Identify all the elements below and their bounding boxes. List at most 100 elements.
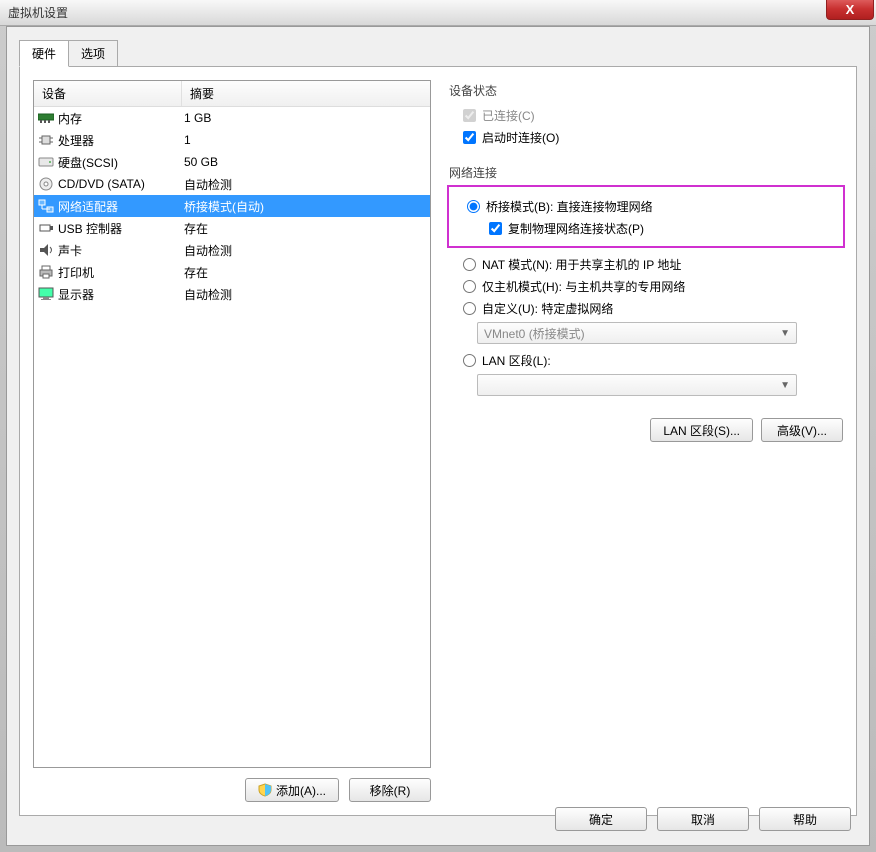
lanseg-combo[interactable]: ▼ xyxy=(477,374,797,396)
chevron-down-icon: ▼ xyxy=(780,380,790,391)
hdd-icon xyxy=(37,154,55,170)
disc-icon xyxy=(37,176,55,192)
network-connection-group: 网络连接 桥接模式(B): 直接连接物理网络 复制物理网络连接状态(P) xyxy=(449,164,843,442)
tab-content: 设备 摘要 内存 1 GB xyxy=(19,66,857,816)
right-column: 设备状态 已连接(C) 启动时连接(O) 网络连接 xyxy=(449,80,843,802)
remove-button[interactable]: 移除(R) xyxy=(349,778,431,802)
replicate-row[interactable]: 复制物理网络连接状态(P) xyxy=(489,220,839,237)
lanseg-label: LAN 区段(L): xyxy=(482,352,551,369)
connected-label: 已连接(C) xyxy=(482,107,535,124)
row-label: 打印机 xyxy=(58,264,182,281)
row-summary: 自动检测 xyxy=(182,286,430,303)
connect-at-power-label: 启动时连接(O) xyxy=(482,129,559,146)
cancel-button[interactable]: 取消 xyxy=(657,807,749,831)
row-harddisk[interactable]: 硬盘(SCSI) 50 GB xyxy=(34,151,430,173)
row-label: 硬盘(SCSI) xyxy=(58,154,182,171)
connect-at-power-checkbox[interactable] xyxy=(463,131,476,144)
tab-options[interactable]: 选项 xyxy=(68,40,118,67)
bridged-label: 桥接模式(B): 直接连接物理网络 xyxy=(486,198,653,215)
add-button[interactable]: 添加(A)... xyxy=(245,778,339,802)
row-cddvd[interactable]: CD/DVD (SATA) 自动检测 xyxy=(34,173,430,195)
bridged-radio[interactable] xyxy=(467,200,480,213)
nat-radio[interactable] xyxy=(463,258,476,271)
row-sound[interactable]: 声卡 自动检测 xyxy=(34,239,430,261)
titlebar[interactable]: 虚拟机设置 X xyxy=(0,0,876,26)
highlight-box: 桥接模式(B): 直接连接物理网络 复制物理网络连接状态(P) xyxy=(447,185,845,248)
row-summary: 50 GB xyxy=(182,155,430,169)
footer-buttons: 确定 取消 帮助 xyxy=(555,807,851,831)
help-label: 帮助 xyxy=(793,811,817,828)
connect-at-power-row[interactable]: 启动时连接(O) xyxy=(463,129,843,146)
advanced-button[interactable]: 高级(V)... xyxy=(761,418,843,442)
cancel-label: 取消 xyxy=(691,811,715,828)
left-buttons: 添加(A)... 移除(R) xyxy=(33,778,431,802)
row-summary: 自动检测 xyxy=(182,242,430,259)
row-label: CD/DVD (SATA) xyxy=(58,177,182,191)
usb-icon xyxy=(37,220,55,236)
row-memory[interactable]: 内存 1 GB xyxy=(34,107,430,129)
lan-segments-label: LAN 区段(S)... xyxy=(663,422,740,439)
client-area: 硬件 选项 设备 摘要 内存 xyxy=(6,26,870,846)
shield-icon xyxy=(258,783,272,797)
close-button[interactable]: X xyxy=(826,0,874,20)
memory-icon xyxy=(37,110,55,126)
lan-segments-button[interactable]: LAN 区段(S)... xyxy=(650,418,753,442)
add-button-label: 添加(A)... xyxy=(276,782,326,799)
custom-network-combo[interactable]: VMnet0 (桥接模式) ▼ xyxy=(477,322,797,344)
vm-settings-window: 虚拟机设置 X 硬件 选项 设备 摘要 xyxy=(0,0,876,852)
network-legend: 网络连接 xyxy=(449,164,843,181)
row-printer[interactable]: 打印机 存在 xyxy=(34,261,430,283)
custom-combo-text: VMnet0 (桥接模式) xyxy=(484,325,585,342)
ok-label: 确定 xyxy=(589,811,613,828)
hostonly-radio[interactable] xyxy=(463,280,476,293)
row-summary: 存在 xyxy=(182,220,430,237)
device-status-group: 设备状态 已连接(C) 启动时连接(O) xyxy=(449,82,843,146)
lanseg-radio-row[interactable]: LAN 区段(L): xyxy=(463,352,843,369)
row-summary: 1 xyxy=(182,133,430,147)
replicate-label: 复制物理网络连接状态(P) xyxy=(508,220,644,237)
help-button[interactable]: 帮助 xyxy=(759,807,851,831)
custom-radio[interactable] xyxy=(463,302,476,315)
printer-icon xyxy=(37,264,55,280)
chevron-down-icon: ▼ xyxy=(780,328,790,339)
row-label: 处理器 xyxy=(58,132,182,149)
close-icon: X xyxy=(846,2,855,17)
row-processor[interactable]: 处理器 1 xyxy=(34,129,430,151)
tabs-bar: 硬件 选项 xyxy=(19,40,857,67)
hostonly-label: 仅主机模式(H): 与主机共享的专用网络 xyxy=(482,278,685,295)
row-usb[interactable]: USB 控制器 存在 xyxy=(34,217,430,239)
connected-checkbox-row[interactable]: 已连接(C) xyxy=(463,107,843,124)
nat-label: NAT 模式(N): 用于共享主机的 IP 地址 xyxy=(482,256,681,273)
row-summary: 桥接模式(自动) xyxy=(182,198,430,215)
custom-radio-row[interactable]: 自定义(U): 特定虚拟网络 xyxy=(463,300,843,317)
window-title: 虚拟机设置 xyxy=(8,4,68,21)
remove-button-label: 移除(R) xyxy=(370,782,411,799)
lanseg-radio[interactable] xyxy=(463,354,476,367)
row-label: USB 控制器 xyxy=(58,220,182,237)
bridged-radio-row[interactable]: 桥接模式(B): 直接连接物理网络 xyxy=(467,198,839,215)
connected-checkbox[interactable] xyxy=(463,109,476,122)
tab-hardware[interactable]: 硬件 xyxy=(19,40,69,67)
row-summary: 存在 xyxy=(182,264,430,281)
custom-label: 自定义(U): 特定虚拟网络 xyxy=(482,300,613,317)
col-header-device[interactable]: 设备 xyxy=(34,81,182,106)
row-label: 显示器 xyxy=(58,286,182,303)
hostonly-radio-row[interactable]: 仅主机模式(H): 与主机共享的专用网络 xyxy=(463,278,843,295)
col-header-summary[interactable]: 摘要 xyxy=(182,81,430,106)
nat-radio-row[interactable]: NAT 模式(N): 用于共享主机的 IP 地址 xyxy=(463,256,843,273)
advanced-label: 高级(V)... xyxy=(777,422,827,439)
hardware-rows: 内存 1 GB 处理器 1 xyxy=(34,107,430,767)
replicate-checkbox[interactable] xyxy=(489,222,502,235)
row-label: 声卡 xyxy=(58,242,182,259)
row-summary: 1 GB xyxy=(182,111,430,125)
hardware-list-header: 设备 摘要 xyxy=(34,81,430,107)
row-network-adapter[interactable]: 网络适配器 桥接模式(自动) xyxy=(34,195,430,217)
row-display[interactable]: 显示器 自动检测 xyxy=(34,283,430,305)
left-column: 设备 摘要 内存 1 GB xyxy=(33,80,431,802)
row-label: 网络适配器 xyxy=(58,198,182,215)
row-summary: 自动检测 xyxy=(182,176,430,193)
hardware-list: 设备 摘要 内存 1 GB xyxy=(33,80,431,768)
network-buttons: LAN 区段(S)... 高级(V)... xyxy=(449,418,843,442)
display-icon xyxy=(37,286,55,302)
ok-button[interactable]: 确定 xyxy=(555,807,647,831)
